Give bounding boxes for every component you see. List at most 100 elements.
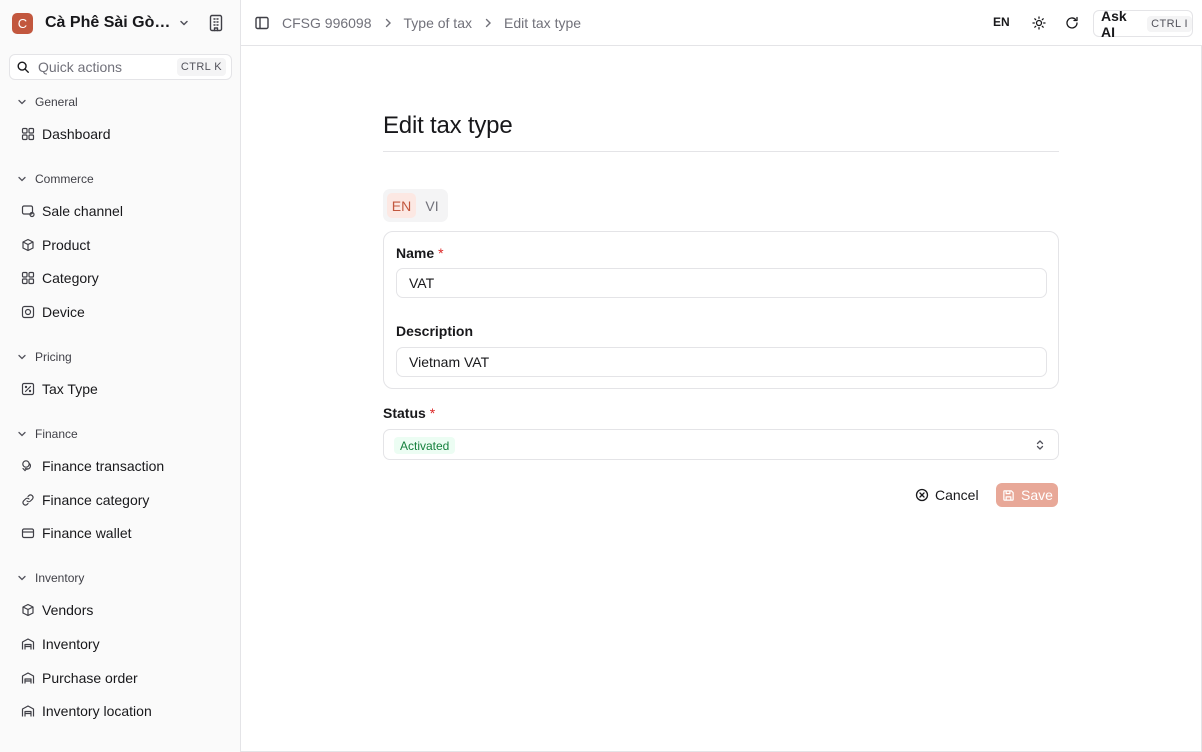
quick-actions-search[interactable]: Quick actions CTRL K (9, 54, 232, 80)
sidebar-item-finance-category[interactable]: Finance category (12, 486, 230, 514)
coins-icon (22, 460, 32, 472)
quick-actions-placeholder: Quick actions (38, 59, 123, 75)
chevron-right-icon (485, 18, 491, 28)
cancel-button[interactable]: Cancel (915, 484, 979, 506)
wallet-icon (21, 528, 35, 539)
description-input[interactable]: Vietnam VAT (396, 347, 1047, 377)
breadcrumb-item-workspace[interactable]: CFSG 996098 (282, 15, 372, 31)
sidebar-item-dashboard[interactable]: Dashboard (12, 120, 230, 148)
nav-group-label: Finance (35, 427, 78, 441)
sidebar-item-label: Vendors (42, 602, 94, 618)
sidebar-item-label: Inventory location (42, 703, 152, 719)
workspace-name: Cà Phê Sài Gòn Chợ Lớn (45, 14, 171, 31)
sidebar-item-label: Purchase order (42, 670, 138, 686)
building-icon[interactable] (207, 14, 225, 32)
save-icon (1003, 489, 1014, 501)
link-icon (22, 494, 34, 506)
breadcrumb-item-current: Edit tax type (503, 15, 582, 31)
warehouse-icon (21, 638, 35, 650)
ask-ai-button[interactable]: Ask AI CTRL I (1093, 7, 1193, 40)
grid-icon (21, 127, 35, 141)
sidebar-item-label: Finance category (42, 492, 150, 508)
sidebar-item-purchase-order[interactable]: Purchase order (12, 664, 230, 692)
ask-ai-shortcut: CTRL I (1147, 15, 1192, 32)
chevron-down-icon (18, 431, 26, 437)
nav-group-general[interactable]: General (16, 94, 78, 110)
refresh-icon[interactable] (1065, 16, 1079, 30)
sidebar-item-category[interactable]: Category (12, 264, 230, 292)
workspace-switcher[interactable]: C Cà Phê Sài Gòn Chợ Lớn (12, 12, 188, 34)
save-button[interactable]: Save (996, 483, 1058, 507)
nav-group-label: Inventory (35, 571, 85, 585)
topbar: CFSG 996098 Type of tax Edit tax type EN… (241, 0, 1202, 46)
status-label-text: Status (383, 405, 426, 421)
breadcrumb-item-type-of-tax[interactable]: Type of tax (404, 15, 472, 31)
required-marker: * (438, 245, 444, 261)
quick-actions-shortcut: CTRL K (176, 58, 226, 76)
status-select[interactable]: Activated (383, 429, 1059, 460)
sun-icon[interactable] (1032, 16, 1046, 30)
sidebar-item-tax-type[interactable]: Tax Type (12, 375, 230, 403)
box-icon (22, 603, 34, 617)
channel-icon (21, 205, 35, 218)
sidebar-item-label: Dashboard (42, 126, 111, 142)
sidebar-item-finance-wallet[interactable]: Finance wallet (12, 519, 230, 547)
chevron-down-icon (180, 20, 188, 26)
brand-logo: C (12, 12, 33, 34)
sidebar-item-sale-channel[interactable]: Sale channel (12, 197, 230, 225)
sidebar-item-label: Finance wallet (42, 525, 132, 541)
sidebar-item-label: Sale channel (42, 203, 123, 219)
chevron-down-icon (18, 99, 26, 105)
chevron-right-icon (385, 18, 391, 28)
search-icon (17, 61, 29, 73)
status-badge: Activated (394, 437, 456, 454)
description-label: Description (396, 323, 474, 339)
device-icon (21, 305, 35, 319)
ask-ai-label: Ask AI (1101, 7, 1127, 40)
chevron-down-icon (18, 354, 26, 360)
truck-icon (21, 672, 35, 684)
sidebar-item-inventory[interactable]: Inventory (12, 630, 230, 658)
page-title: Edit tax type (383, 112, 513, 139)
sidebar-item-label: Category (42, 270, 99, 286)
percent-icon (21, 382, 35, 396)
close-circle-icon (915, 488, 929, 502)
sidebar-toggle-icon[interactable] (254, 15, 270, 31)
sidebar-item-vendors[interactable]: Vendors (12, 596, 230, 624)
required-marker: * (429, 405, 436, 421)
sidebar-item-device[interactable]: Device (12, 298, 230, 326)
language-tabs: EN VI (383, 189, 448, 222)
sidebar-item-finance-transaction[interactable]: Finance transaction (12, 452, 230, 480)
nav-group-label: General (35, 95, 78, 109)
breadcrumb: CFSG 996098 Type of tax Edit tax type (282, 14, 581, 32)
nav-group-pricing[interactable]: Pricing (16, 349, 72, 365)
cancel-label: Cancel (935, 487, 979, 503)
chevron-down-icon (18, 575, 26, 581)
nav-group-finance[interactable]: Finance (16, 426, 78, 442)
language-switcher[interactable]: EN (993, 15, 1010, 29)
name-label-text: Name (396, 245, 435, 261)
warehouse-icon (21, 705, 35, 717)
status-label: Status * (383, 405, 435, 421)
title-divider (383, 151, 1059, 152)
chevron-down-icon (18, 176, 26, 182)
sidebar-item-product[interactable]: Product (12, 231, 230, 259)
nav-group-label: Commerce (35, 172, 94, 186)
sidebar-item-label: Device (42, 304, 85, 320)
chevrons-up-down-icon (1036, 440, 1044, 450)
tab-en[interactable]: EN (387, 193, 416, 218)
grid-icon (21, 271, 35, 285)
tab-vi[interactable]: VI (419, 193, 445, 218)
box-icon (22, 238, 34, 252)
nav-group-inventory[interactable]: Inventory (16, 570, 84, 586)
sidebar-item-label: Finance transaction (42, 458, 165, 474)
sidebar-item-label: Tax Type (42, 381, 98, 397)
sidebar-item-inventory-location[interactable]: Inventory location (12, 697, 230, 725)
save-label: Save (1021, 487, 1053, 503)
sidebar: C Cà Phê Sài Gòn Chợ Lớn Quick actions C… (0, 0, 241, 752)
nav-group-label: Pricing (35, 350, 72, 364)
nav-group-commerce[interactable]: Commerce (16, 171, 94, 187)
name-input[interactable]: VAT (396, 268, 1047, 298)
sidebar-item-label: Inventory (42, 636, 100, 652)
sidebar-item-label: Product (42, 237, 91, 253)
